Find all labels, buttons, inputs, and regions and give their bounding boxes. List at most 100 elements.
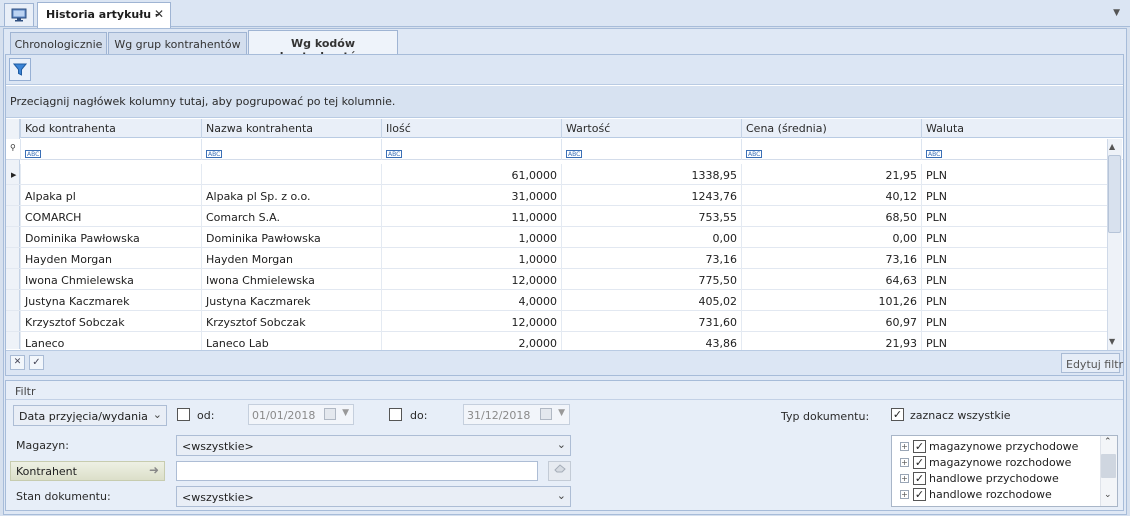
date-from-field[interactable]: 01/01/2018 ▼ (248, 404, 354, 425)
doc-type-item[interactable]: + ✓ handlowe przychodowe (900, 470, 1059, 486)
column-header-waluta[interactable]: Waluta (921, 119, 1107, 138)
cell-cena[interactable]: 73,16 (741, 248, 921, 269)
doc-type-checkbox[interactable]: ✓ (913, 439, 926, 453)
cell-wartosc[interactable]: 753,55 (561, 206, 741, 227)
cell-ilosc[interactable]: 61,0000 (381, 164, 561, 185)
doc-type-item[interactable]: + ✓ magazynowe rozchodowe (900, 454, 1071, 470)
scroll-up-icon[interactable]: ▲ (1109, 142, 1115, 151)
filter-cell-kod[interactable]: ABC (20, 139, 201, 160)
group-by-panel[interactable]: Przeciągnij nagłówek kolumny tutaj, aby … (6, 86, 1123, 118)
cell-kod[interactable]: Alpaka pl (20, 185, 201, 206)
edit-filter-button[interactable]: Edytuj filtr (1061, 353, 1123, 373)
filter-cell-waluta[interactable]: ABC (921, 139, 1107, 160)
date-to-checkbox[interactable] (389, 408, 402, 421)
kontrahent-button[interactable]: Kontrahent ➜ (10, 461, 165, 481)
date-to-field[interactable]: 31/12/2018 ▼ (463, 404, 570, 425)
stan-select[interactable]: <wszystkie> ⌄ (176, 486, 571, 507)
scroll-up-icon[interactable]: ⌃ (1104, 437, 1112, 447)
cell-ilosc[interactable]: 1,0000 (381, 248, 561, 269)
chevron-down-icon[interactable]: ▼ (1113, 8, 1120, 18)
cell-nazwa[interactable]: Alpaka pl Sp. z o.o. (201, 185, 381, 206)
tab-chronologicznie[interactable]: Chronologicznie (10, 32, 107, 55)
cell-kod[interactable]: Krzysztof Sobczak (20, 311, 201, 332)
cell-wartosc[interactable]: 405,02 (561, 290, 741, 311)
column-header-ilosc[interactable]: Ilość (381, 119, 561, 138)
cell-nazwa[interactable]: Krzysztof Sobczak (201, 311, 381, 332)
cell-wartosc[interactable]: 1243,76 (561, 185, 741, 206)
column-header-cena[interactable]: Cena (średnia) (741, 119, 921, 138)
cell-cena[interactable]: 64,63 (741, 269, 921, 290)
cell-cena[interactable]: 68,50 (741, 206, 921, 227)
cell-kod[interactable]: COMARCH (20, 206, 201, 227)
cell-waluta[interactable]: PLN (921, 227, 1107, 248)
filter-cell-nazwa[interactable]: ABC (201, 139, 381, 160)
column-header-kod[interactable]: Kod kontrahenta (20, 119, 201, 138)
cell-cena[interactable]: 60,97 (741, 311, 921, 332)
cell-cena[interactable]: 101,26 (741, 290, 921, 311)
date-type-select[interactable]: Data przyjęcia/wydania ⌄ (13, 405, 167, 426)
tab-wg-grup-kontrahentow[interactable]: Wg grup kontrahentów (108, 32, 247, 55)
kontrahent-input[interactable] (176, 461, 538, 481)
cell-nazwa[interactable]: Justyna Kaczmarek (201, 290, 381, 311)
expand-icon[interactable]: + (900, 457, 909, 467)
cell-wartosc[interactable]: 73,16 (561, 248, 741, 269)
doc-type-item[interactable]: + ✓ magazynowe przychodowe (900, 438, 1078, 454)
cell-wartosc[interactable]: 1338,95 (561, 164, 741, 185)
scroll-down-icon[interactable]: ⌄ (1104, 490, 1112, 500)
scroll-down-icon[interactable]: ▼ (1109, 337, 1115, 346)
cell-waluta[interactable]: PLN (921, 206, 1107, 227)
filter-button[interactable] (9, 58, 31, 81)
cell-wartosc[interactable]: 775,50 (561, 269, 741, 290)
document-tab[interactable]: Historia artykułu - ... ✕ (37, 2, 171, 34)
cell-nazwa[interactable]: Iwona Chmielewska (201, 269, 381, 290)
select-all-checkbox[interactable]: ✓ (891, 408, 904, 421)
cell-waluta[interactable]: PLN (921, 311, 1107, 332)
cell-nazwa[interactable]: Comarch S.A. (201, 206, 381, 227)
close-icon[interactable]: ✕ (154, 7, 164, 21)
magazyn-select[interactable]: <wszystkie> ⌄ (176, 435, 571, 456)
doc-type-checkbox[interactable]: ✓ (913, 471, 926, 485)
tab-wg-kodow-kontrahentow[interactable]: Wg kodów kontrahentów (248, 30, 398, 63)
cell-nazwa[interactable] (201, 164, 381, 185)
scrollbar-thumb[interactable] (1101, 454, 1116, 478)
filter-cell-wartosc[interactable]: ABC (561, 139, 741, 160)
cell-waluta[interactable]: PLN (921, 164, 1107, 185)
cell-kod[interactable]: Iwona Chmielewska (20, 269, 201, 290)
cell-ilosc[interactable]: 31,0000 (381, 185, 561, 206)
cell-kod[interactable]: Dominika Pawłowska (20, 227, 201, 248)
cell-waluta[interactable]: PLN (921, 185, 1107, 206)
column-header-nazwa[interactable]: Nazwa kontrahenta (201, 119, 381, 138)
cell-kod[interactable] (20, 164, 201, 185)
cell-wartosc[interactable]: 0,00 (561, 227, 741, 248)
cell-ilosc[interactable]: 4,0000 (381, 290, 561, 311)
cell-ilosc[interactable]: 12,0000 (381, 269, 561, 290)
cell-waluta[interactable]: PLN (921, 269, 1107, 290)
column-header-wartosc[interactable]: Wartość (561, 119, 741, 138)
cell-cena[interactable]: 21,95 (741, 164, 921, 185)
filter-cell-cena[interactable]: ABC (741, 139, 921, 160)
doc-type-tree[interactable]: + ✓ magazynowe przychodowe + ✓ magazynow… (891, 435, 1118, 507)
clear-kontrahent-button[interactable] (548, 461, 571, 481)
doc-type-item[interactable]: + ✓ handlowe rozchodowe (900, 486, 1052, 502)
cell-kod[interactable]: Justyna Kaczmarek (20, 290, 201, 311)
scrollbar-thumb[interactable] (1108, 155, 1121, 233)
cell-ilosc[interactable]: 12,0000 (381, 311, 561, 332)
doc-type-checkbox[interactable]: ✓ (913, 455, 926, 469)
cell-kod[interactable]: Hayden Morgan (20, 248, 201, 269)
expand-icon[interactable]: + (900, 441, 909, 451)
cell-ilosc[interactable]: 11,0000 (381, 206, 561, 227)
cell-waluta[interactable]: PLN (921, 248, 1107, 269)
cell-ilosc[interactable]: 1,0000 (381, 227, 561, 248)
date-from-checkbox[interactable] (177, 408, 190, 421)
expand-icon[interactable]: + (900, 473, 909, 483)
doc-type-checkbox[interactable]: ✓ (913, 487, 926, 501)
expand-icon[interactable]: + (900, 489, 909, 499)
filter-cell-ilosc[interactable]: ABC (381, 139, 561, 160)
enable-filter-checkbox[interactable]: ✓ (29, 355, 44, 370)
cell-waluta[interactable]: PLN (921, 290, 1107, 311)
cell-nazwa[interactable]: Hayden Morgan (201, 248, 381, 269)
home-button[interactable] (4, 3, 34, 26)
cell-cena[interactable]: 0,00 (741, 227, 921, 248)
cell-wartosc[interactable]: 731,60 (561, 311, 741, 332)
clear-filter-button[interactable]: ✕ (10, 355, 25, 370)
